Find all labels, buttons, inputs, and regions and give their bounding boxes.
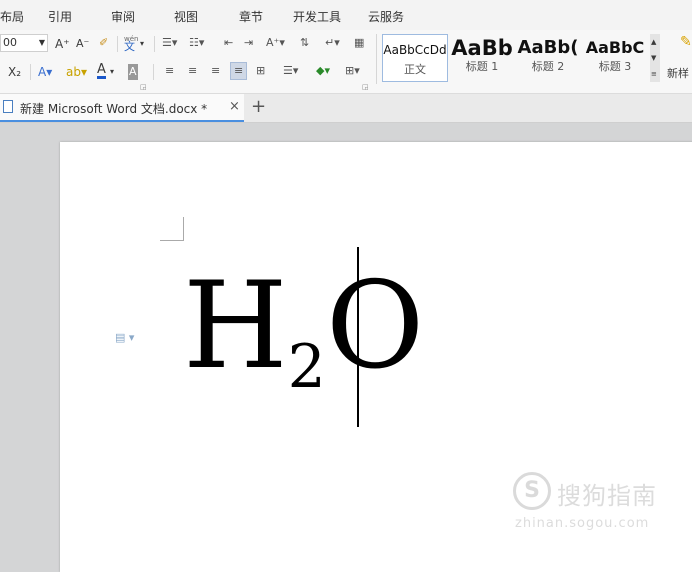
table-icon[interactable]: ▦ [354,35,364,51]
chemical-formula: H2O [183,267,424,398]
align-justify-icon[interactable]: ≡ [230,62,248,80]
subscript-button[interactable]: X₂ [8,64,21,80]
document-page[interactable]: ▤ ▾ H2O S 搜狗指南 zhinan.sogou.com [60,142,692,572]
style-heading-3[interactable]: AaBbC 标题 3 [583,34,647,82]
formula-main-text: H [183,257,288,396]
document-tab-bar: 新建 Microsoft Word 文档.docx * × + [0,94,692,123]
highlight-icon[interactable]: ab▾ [66,64,87,80]
chevron-up-icon[interactable]: ▲ [651,34,656,50]
chevron-down-icon[interactable]: ▾ [140,36,144,52]
toolbar-divider [376,34,377,84]
paste-options-icon[interactable]: ▤ ▾ [115,331,134,344]
font-size-value: 00 [3,36,17,49]
text-direction-icon[interactable]: A⁺▾ [266,35,285,51]
chevron-down-icon[interactable]: ▼ [39,35,45,51]
styles-scrollbar[interactable]: ▲ ▼ ≡ [650,34,660,82]
clear-format-icon[interactable]: ✐ [99,35,108,51]
chevron-down-icon[interactable]: ▼ [651,50,656,66]
document-icon [3,100,13,113]
more-styles-icon[interactable]: ≡ [651,66,657,82]
border-icon[interactable]: ⊞▾ [345,63,360,79]
pinyin-guide-button[interactable]: 文 [124,39,135,55]
shrink-font-button[interactable]: A⁻ [76,36,89,52]
watermark-logo-icon: S [513,472,551,510]
char-shading-icon[interactable]: A [128,64,138,80]
grow-font-button[interactable]: A⁺ [55,36,70,52]
menu-item-developer[interactable]: 开发工具 [293,8,341,25]
font-color-icon[interactable]: A [97,63,106,79]
dialog-launcher-icon[interactable]: ◲ [362,79,369,95]
new-style-icon[interactable]: ✎ [680,34,692,50]
margin-corner-mark [160,217,184,241]
align-center-icon[interactable]: ≡ [188,63,197,79]
toolbar-divider [30,64,31,80]
show-marks-icon[interactable]: ↵▾ [325,35,340,51]
toolbar-divider [154,36,155,52]
ribbon: 布局 引用 审阅 视图 章节 开发工具 云服务 00 ▼ A⁺ A⁻ ✐ wén… [0,0,692,94]
style-heading-2[interactable]: AaBb( 标题 2 [517,34,579,82]
tab-document[interactable]: 新建 Microsoft Word 文档.docx * × [0,94,244,122]
sort-icon[interactable]: ⇅ [300,35,309,51]
decrease-indent-icon[interactable]: ⇤ [224,35,233,51]
formula-main-text: O [325,257,425,396]
menu-item-review[interactable]: 审阅 [111,8,135,25]
align-right-icon[interactable]: ≡ [211,63,220,79]
font-size-select[interactable]: 00 ▼ [0,34,48,52]
menu-item-references[interactable]: 引用 [48,8,72,25]
style-normal[interactable]: AaBbCcDd 正文 [382,34,448,82]
menu-item-view[interactable]: 视图 [174,8,198,25]
new-style-button[interactable]: 新样 [667,66,689,82]
shading-icon[interactable]: ◆▾ [316,63,330,79]
text-cursor [357,247,359,427]
increase-indent-icon[interactable]: ⇥ [244,35,253,51]
watermark-text: 搜狗指南 [557,482,657,510]
numbered-list-icon[interactable]: ☷▾ [189,35,204,51]
align-left-icon[interactable]: ≡ [165,63,174,79]
menu-bar: 布局 引用 审阅 视图 章节 开发工具 云服务 [0,0,692,30]
toolbar: 00 ▼ A⁺ A⁻ ✐ wén 文 ▾ ☰▾ ☷▾ ⇤ ⇥ A⁺▾ ⇅ ↵▾ … [0,30,692,94]
style-name: 正文 [404,63,426,76]
menu-item-cloud[interactable]: 云服务 [368,8,404,25]
toolbar-divider [117,36,118,52]
text-effect-icon[interactable]: A▾ [38,64,52,80]
distribute-icon[interactable]: ⊞ [256,63,265,79]
line-spacing-icon[interactable]: ☰▾ [283,63,298,79]
chevron-down-icon[interactable]: ▾ [110,64,114,80]
watermark-url: zhinan.sogou.com [515,516,650,531]
add-tab-button[interactable]: + [251,96,266,117]
toolbar-divider [153,64,154,80]
close-icon[interactable]: × [229,99,240,114]
style-sample: AaBbCcDd [383,43,447,57]
bullet-list-icon[interactable]: ☰▾ [162,35,177,51]
menu-item-layout[interactable]: 布局 [0,8,24,25]
formula-subscript: 2 [287,332,326,402]
dialog-launcher-icon[interactable]: ◲ [140,79,147,95]
style-heading-1[interactable]: AaBb 标题 1 [451,34,513,82]
menu-item-chapter[interactable]: 章节 [239,8,263,25]
tab-document-title: 新建 Microsoft Word 文档.docx * [20,102,208,116]
